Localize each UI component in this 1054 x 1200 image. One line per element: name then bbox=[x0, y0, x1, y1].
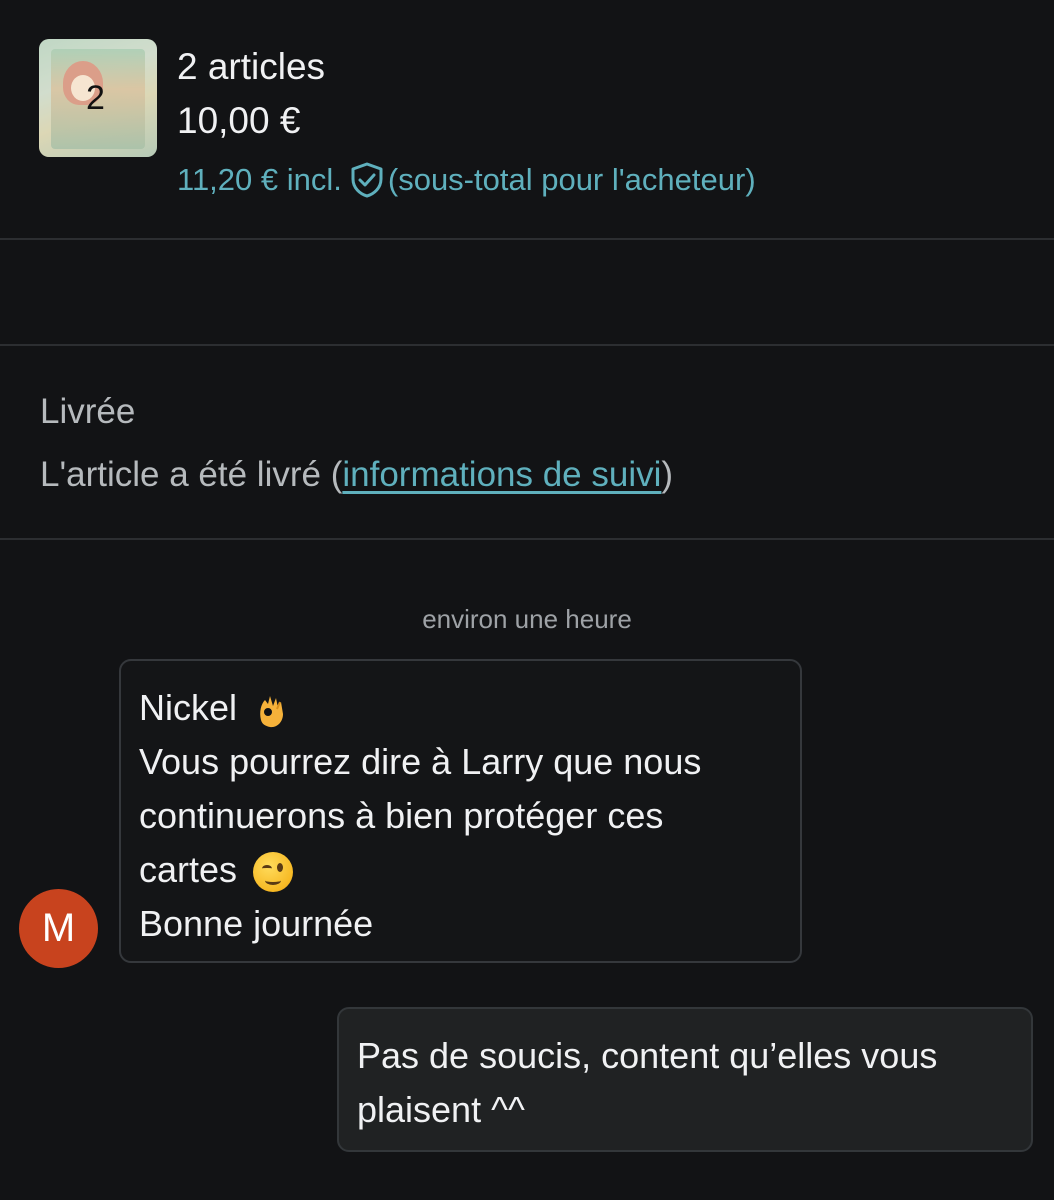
message-line: Vous pourrez dire à Larry que nous bbox=[139, 741, 702, 782]
tracking-info-link[interactable]: informations de suivi bbox=[342, 455, 661, 494]
buyer-total-line[interactable]: 11,20 € incl. (sous-total pour l'acheteu… bbox=[177, 162, 756, 198]
message-text: cartes bbox=[139, 849, 238, 890]
message-timestamp: environ une heure bbox=[422, 604, 632, 634]
item-count-badge: 2 bbox=[86, 79, 105, 117]
message-line: Pas de soucis, content qu’elles vous bbox=[357, 1035, 938, 1076]
message-line: cartes bbox=[139, 843, 782, 897]
divider bbox=[0, 344, 1054, 346]
shield-check-icon bbox=[350, 162, 384, 198]
divider bbox=[0, 538, 1054, 540]
delivery-status-title: Livrée bbox=[40, 392, 136, 431]
avatar[interactable]: M bbox=[19, 889, 98, 968]
order-summary[interactable]: 2 2 articles 10,00 € 11,20 € incl. (sous… bbox=[0, 0, 1054, 238]
message-text: Nickel bbox=[139, 687, 238, 728]
outgoing-message-bubble: Pas de soucis, content qu’elles vous pla… bbox=[337, 1007, 1033, 1152]
status-description-suffix: ) bbox=[661, 455, 674, 494]
incoming-message-bubble: Nickel Vous pourrez dire à Larry que nou… bbox=[119, 659, 802, 963]
message-line: Nickel bbox=[139, 681, 782, 735]
item-thumbnail[interactable]: 2 bbox=[39, 39, 157, 157]
articles-count: 2 articles bbox=[177, 46, 326, 87]
delivery-status-description: L'article a été livré (informations de s… bbox=[40, 455, 673, 495]
message-line: Bonne journée bbox=[139, 903, 374, 944]
buyer-total-amount: 11,20 € incl. bbox=[177, 162, 342, 197]
ok-hand-emoji-icon bbox=[253, 690, 293, 730]
message-line: plaisent ^^ bbox=[357, 1089, 525, 1130]
order-price: 10,00 € bbox=[177, 100, 301, 141]
buyer-total-note: (sous-total pour l'acheteur) bbox=[387, 162, 756, 197]
status-description-prefix: L'article a été livré ( bbox=[40, 455, 343, 494]
winking-face-emoji-icon bbox=[253, 852, 294, 893]
message-line: continuerons à bien protéger ces bbox=[139, 795, 664, 836]
divider bbox=[0, 238, 1054, 240]
